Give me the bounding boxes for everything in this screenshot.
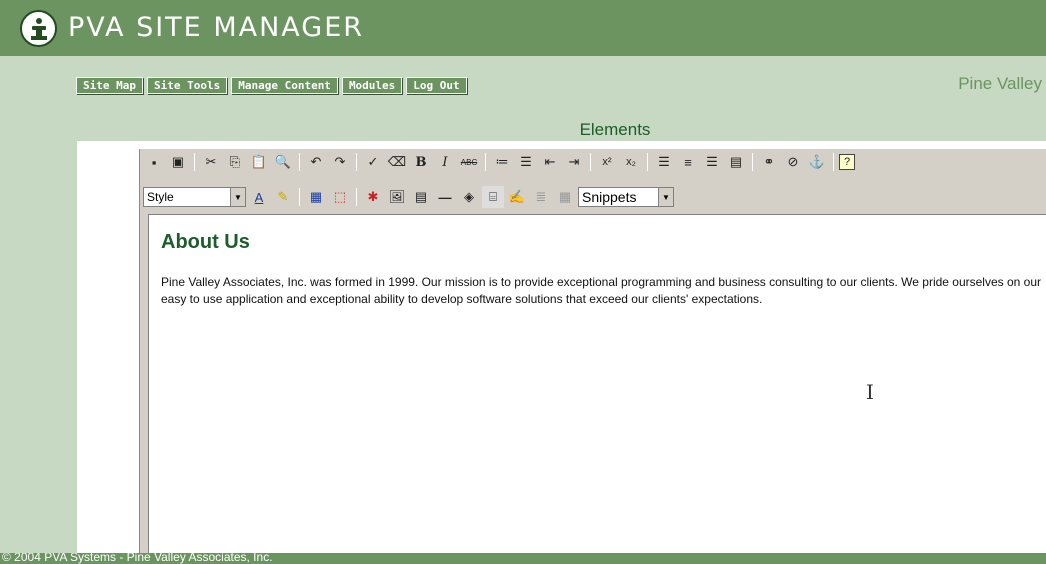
- snippets-select-value: Snippets: [582, 189, 637, 205]
- editor-content-area[interactable]: [148, 214, 1046, 564]
- undo-icon[interactable]: ↶: [305, 151, 327, 173]
- redo-icon[interactable]: ↷: [329, 151, 351, 173]
- content-body: Pine Valley Associates, Inc. was formed …: [161, 275, 1042, 306]
- superscript-icon[interactable]: x²: [596, 151, 618, 173]
- help-icon[interactable]: ?: [839, 154, 855, 170]
- pva-logo-icon: [20, 10, 57, 47]
- insert-object-icon[interactable]: ◈: [458, 186, 480, 208]
- chevron-down-icon: ▼: [658, 188, 673, 206]
- insert-table-icon[interactable]: ▦: [305, 186, 327, 208]
- strikethrough-icon[interactable]: ABC: [458, 151, 480, 173]
- save-icon[interactable]: ▪: [143, 151, 165, 173]
- footer-bar: © 2004 PVA Systems - Pine Valley Associa…: [0, 553, 1046, 564]
- main-nav: Site Map Site Tools Manage Content Modul…: [76, 77, 467, 94]
- font-color-icon[interactable]: A: [248, 186, 270, 208]
- align-center-icon[interactable]: ≡: [677, 151, 699, 173]
- nav-log-out[interactable]: Log Out: [406, 77, 467, 94]
- nav-site-tools[interactable]: Site Tools: [146, 77, 228, 94]
- style-select[interactable]: Style ▼: [143, 187, 246, 207]
- highlight-color-icon[interactable]: ✎: [272, 186, 294, 208]
- bold-icon[interactable]: B: [410, 151, 432, 173]
- form-icon[interactable]: ⌸: [482, 186, 504, 208]
- nav-modules[interactable]: Modules: [341, 77, 403, 94]
- company-name: Pine Valley: [958, 74, 1042, 93]
- horizontal-rule-icon[interactable]: —: [434, 186, 456, 208]
- section-title: Elements: [579, 120, 651, 139]
- unlink-icon[interactable]: ⊘: [782, 151, 804, 173]
- insert-textbox-icon[interactable]: ▤: [410, 186, 432, 208]
- insert-image-icon[interactable]: 🖼: [386, 186, 408, 208]
- content-heading: About Us: [161, 231, 250, 253]
- editor-toolbar-2: Style ▼ A ✎ ▦ ⬚ ✱ 🖼 ▤ — ◈ ⌸ ✍ ≣ ▦ Snippe…: [143, 185, 674, 209]
- chevron-down-icon: ▼: [230, 188, 245, 206]
- subscript-icon[interactable]: x₂: [620, 151, 642, 173]
- italic-icon[interactable]: I: [434, 151, 456, 173]
- numbered-list-icon[interactable]: ≔: [491, 151, 513, 173]
- edit-source-icon[interactable]: ✍: [506, 186, 528, 208]
- header-bar: PVA SITE MANAGER: [0, 0, 1046, 56]
- spellcheck-icon[interactable]: ✓: [362, 151, 384, 173]
- cut-icon[interactable]: ✂: [200, 151, 222, 173]
- snippets-select[interactable]: Snippets ▼: [578, 187, 674, 207]
- copy-icon[interactable]: ⎘: [224, 151, 246, 173]
- eraser-icon[interactable]: ⌫: [386, 151, 408, 173]
- paste-icon[interactable]: 📋: [248, 151, 270, 173]
- anchor-icon[interactable]: ⚓: [806, 151, 828, 173]
- bullet-list-icon[interactable]: ☰: [515, 151, 537, 173]
- style-select-value: Style: [147, 190, 174, 204]
- align-justify-icon[interactable]: ▤: [725, 151, 747, 173]
- nav-site-map[interactable]: Site Map: [76, 77, 143, 94]
- align-left-icon[interactable]: ☰: [653, 151, 675, 173]
- insert-flash-icon[interactable]: ✱: [362, 186, 384, 208]
- insert-layer-icon[interactable]: ⬚: [329, 186, 351, 208]
- find-icon[interactable]: 🔍: [272, 151, 294, 173]
- copyright-text: © 2004 PVA Systems - Pine Valley Associa…: [2, 553, 273, 564]
- nav-manage-content[interactable]: Manage Content: [231, 77, 338, 94]
- outdent-icon[interactable]: ⇤: [539, 151, 561, 173]
- text-cursor-icon: I: [866, 380, 874, 404]
- link-icon[interactable]: ⚭: [758, 151, 780, 173]
- site-title: PVA SITE MANAGER: [68, 12, 365, 43]
- indent-icon[interactable]: ⇥: [563, 151, 585, 173]
- paragraph-icon[interactable]: ≣: [530, 186, 552, 208]
- align-right-icon[interactable]: ☰: [701, 151, 723, 173]
- editor-toolbar-1: ▪ ▣ ✂ ⎘ 📋 🔍 ↶ ↷ ✓ ⌫ B I ABC ≔ ☰ ⇤ ⇥ x² x…: [143, 150, 855, 174]
- fullscreen-icon[interactable]: ▣: [167, 151, 189, 173]
- grid-icon[interactable]: ▦: [554, 186, 576, 208]
